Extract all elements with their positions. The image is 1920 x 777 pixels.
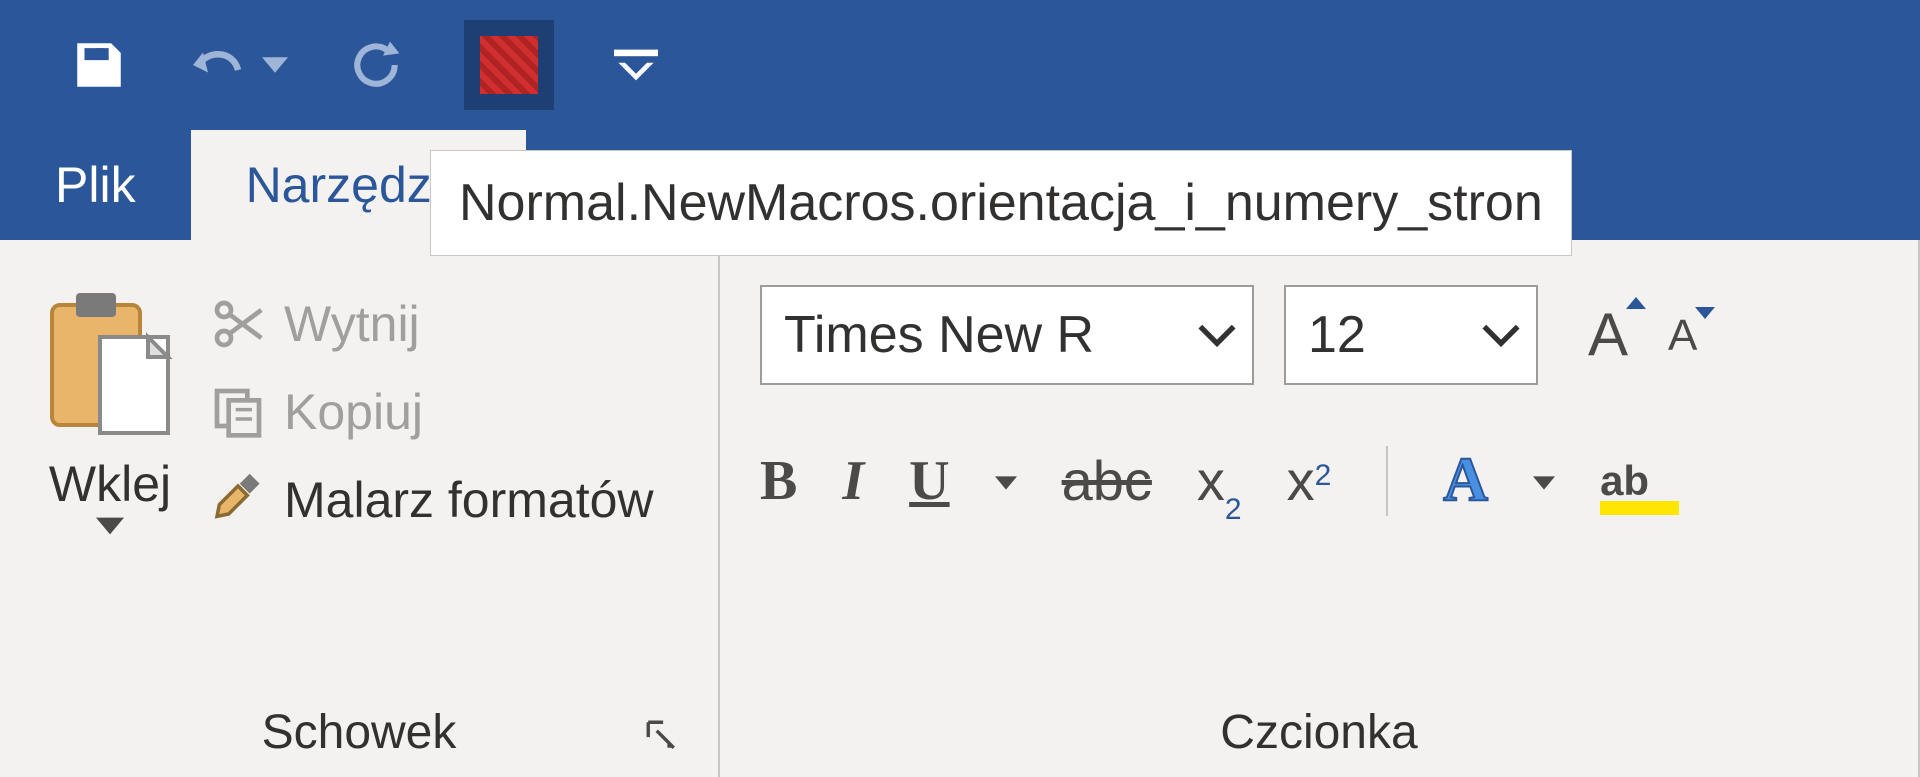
decrease-font-button[interactable]: A: [1668, 310, 1697, 361]
subscript-digit: 2: [1225, 493, 1242, 527]
font-group-label: Czcionka: [1220, 705, 1417, 760]
undo-button[interactable]: [188, 40, 288, 90]
clipboard-launcher-button[interactable]: [644, 718, 678, 757]
clipboard-group-label: Schowek: [262, 705, 457, 760]
subscript-button[interactable]: x 2: [1197, 448, 1242, 513]
paste-label: Wklej: [49, 455, 171, 513]
dialog-launcher-icon: [644, 718, 678, 752]
customize-qat-icon: [614, 47, 658, 83]
decrease-arrow-icon: [1695, 306, 1715, 320]
save-button[interactable]: [70, 36, 128, 94]
macro-tooltip: Normal.NewMacros.orientacja_i_numery_str…: [430, 150, 1572, 256]
format-painter-button[interactable]: Malarz formatów: [210, 471, 654, 529]
paste-icon: [40, 285, 180, 445]
font-size-combo[interactable]: 12: [1284, 285, 1538, 385]
font-family-caret-icon[interactable]: [1182, 287, 1252, 383]
paintbrush-icon: [210, 472, 266, 528]
copy-button[interactable]: Kopiuj: [210, 383, 654, 441]
save-icon: [70, 36, 128, 94]
increase-font-button[interactable]: A: [1588, 300, 1628, 370]
increase-arrow-icon: [1626, 296, 1646, 310]
superscript-button[interactable]: x 2: [1287, 448, 1332, 513]
ribbon-tabs: Plik Narzędzia Normal.NewMacros.orientac…: [0, 130, 1920, 240]
undo-icon: [188, 40, 248, 90]
text-effects-caret-icon[interactable]: [1533, 465, 1555, 497]
copy-label: Kopiuj: [284, 383, 423, 441]
paste-caret-icon[interactable]: [96, 517, 124, 540]
undo-caret-icon[interactable]: [262, 56, 288, 74]
separator: [1386, 446, 1388, 516]
cut-label: Wytnij: [284, 295, 420, 353]
font-size-caret-icon[interactable]: [1466, 287, 1536, 383]
repeat-icon: [348, 37, 404, 93]
macro-button[interactable]: [464, 20, 554, 110]
cut-button[interactable]: Wytnij: [210, 295, 654, 353]
ribbon: Wklej Wytnij: [0, 240, 1920, 777]
underline-caret-icon[interactable]: [995, 465, 1017, 497]
customize-qat-button[interactable]: [614, 47, 658, 83]
repeat-button[interactable]: [348, 37, 404, 93]
strikethrough-button[interactable]: abc: [1062, 448, 1152, 513]
text-effects-button[interactable]: A: [1443, 445, 1488, 516]
italic-button[interactable]: I: [842, 449, 864, 513]
font-family-combo[interactable]: Times New R: [760, 285, 1254, 385]
scissors-icon: [210, 296, 266, 352]
font-family-value: Times New R: [762, 287, 1182, 383]
highlight-button[interactable]: ab: [1600, 457, 1649, 505]
highlight-text: ab: [1600, 457, 1649, 504]
bold-button[interactable]: B: [760, 449, 797, 513]
decrease-font-A: A: [1668, 311, 1697, 360]
format-painter-label: Malarz formatów: [284, 471, 654, 529]
group-font: Times New R 12 A: [720, 240, 1920, 777]
quick-access-toolbar: [0, 0, 1920, 130]
tab-file[interactable]: Plik: [0, 130, 191, 240]
copy-icon: [210, 384, 266, 440]
paste-button[interactable]: Wklej: [40, 285, 180, 540]
highlight-bar-icon: [1600, 501, 1679, 515]
font-size-value: 12: [1286, 287, 1466, 383]
group-clipboard: Wklej Wytnij: [0, 240, 720, 777]
superscript-base: x: [1287, 448, 1315, 513]
macro-swatch-icon: [480, 36, 538, 94]
underline-button[interactable]: U: [909, 449, 949, 513]
subscript-base: x: [1197, 448, 1225, 513]
superscript-digit: 2: [1315, 459, 1332, 493]
increase-font-A: A: [1588, 301, 1628, 368]
